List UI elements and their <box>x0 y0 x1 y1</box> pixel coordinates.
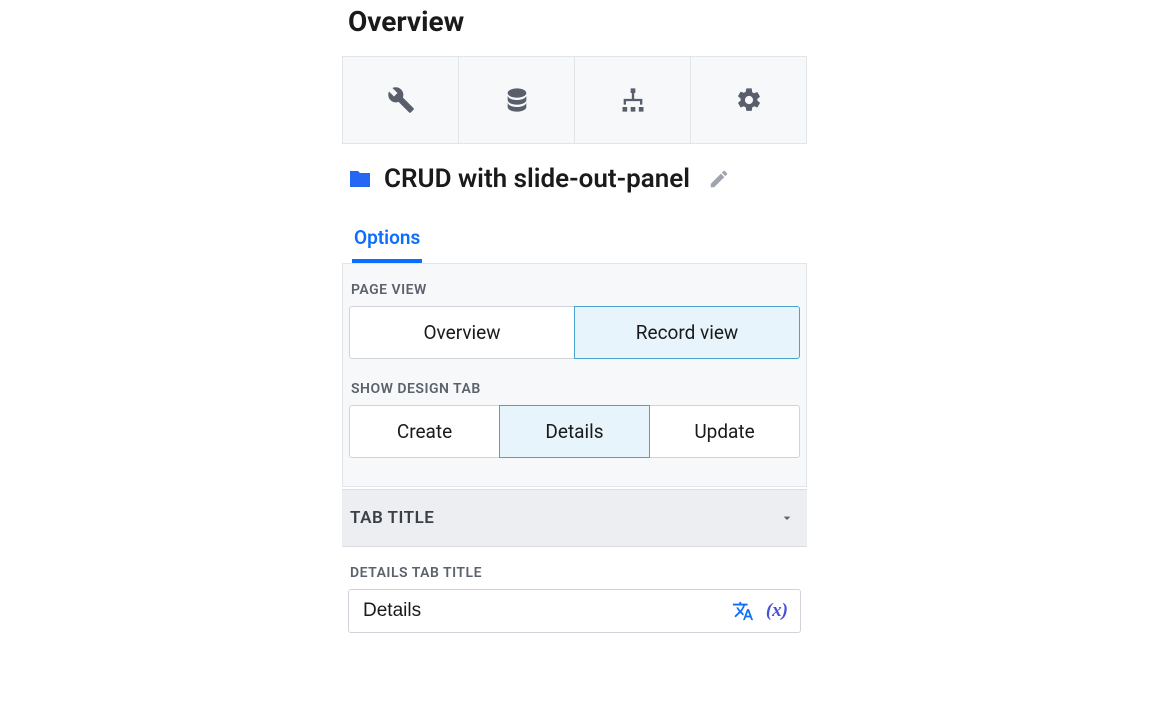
gear-icon[interactable] <box>691 57 806 143</box>
tab-title-header-text: TAB TITLE <box>350 508 434 528</box>
sitemap-icon[interactable] <box>575 57 691 143</box>
design-tab-details-button[interactable]: Details <box>499 405 650 458</box>
page-title: CRUD with slide-out-panel <box>384 164 690 194</box>
details-tab-title-label: DETAILS TAB TITLE <box>348 565 801 581</box>
page-title-row: CRUD with slide-out-panel <box>342 164 807 194</box>
chevron-down-icon <box>779 510 795 526</box>
tools-icon[interactable] <box>343 57 459 143</box>
pencil-icon[interactable] <box>708 168 730 190</box>
overview-title: Overview <box>342 5 807 38</box>
tabs: Options <box>342 218 807 263</box>
page-view-label: PAGE VIEW <box>349 282 800 298</box>
page-view-overview-button[interactable]: Overview <box>349 306 575 359</box>
design-tab-create-button[interactable]: Create <box>349 405 500 458</box>
show-design-tab-label: SHOW DESIGN TAB <box>349 381 800 397</box>
database-icon[interactable] <box>459 57 575 143</box>
options-body: PAGE VIEW Overview Record view SHOW DESI… <box>342 263 807 487</box>
variable-icon[interactable]: (x) <box>766 600 788 622</box>
folder-icon <box>346 167 374 191</box>
details-tab-title-input-wrap: (x) <box>348 589 801 633</box>
tab-title-collapsible-header[interactable]: TAB TITLE <box>342 489 807 547</box>
details-tab-title-input[interactable] <box>363 600 720 622</box>
translate-icon[interactable] <box>732 600 754 622</box>
tab-title-body: DETAILS TAB TITLE (x) <box>342 547 807 637</box>
tab-options[interactable]: Options <box>352 218 422 263</box>
show-design-tab-segmented: Create Details Update <box>349 405 800 458</box>
top-nav <box>342 56 807 144</box>
page-view-segmented: Overview Record view <box>349 306 800 359</box>
design-tab-update-button[interactable]: Update <box>649 405 800 458</box>
page-view-record-view-button[interactable]: Record view <box>574 306 800 359</box>
